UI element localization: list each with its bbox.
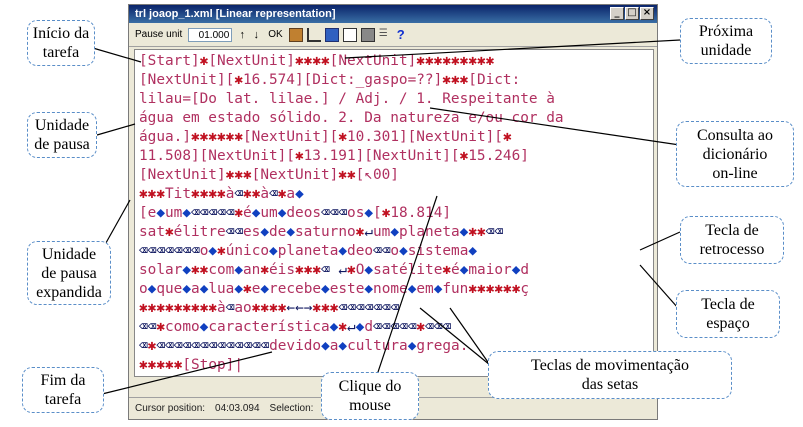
callout-clique-mouse: Clique do mouse [321, 372, 419, 420]
callout-unidade-pausa-expandida: Unidade de pausa expandida [27, 241, 111, 305]
callout-consulta-dicionario: Consulta ao dicionário on-line [676, 121, 794, 187]
callout-teclas-setas: Teclas de movimentação das setas [488, 351, 732, 399]
callout-tecla-retrocesso: Tecla de retrocesso [680, 216, 784, 264]
callout-unidade-pausa: Unidade de pausa [27, 112, 97, 158]
callout-fim-tarefa: Fim da tarefa [22, 367, 104, 413]
callout-tecla-espaco: Tecla de espaço [676, 290, 780, 338]
callout-inicio-tarefa: Início da tarefa [27, 20, 95, 66]
callout-proxima-unidade: Próxima unidade [680, 18, 772, 64]
